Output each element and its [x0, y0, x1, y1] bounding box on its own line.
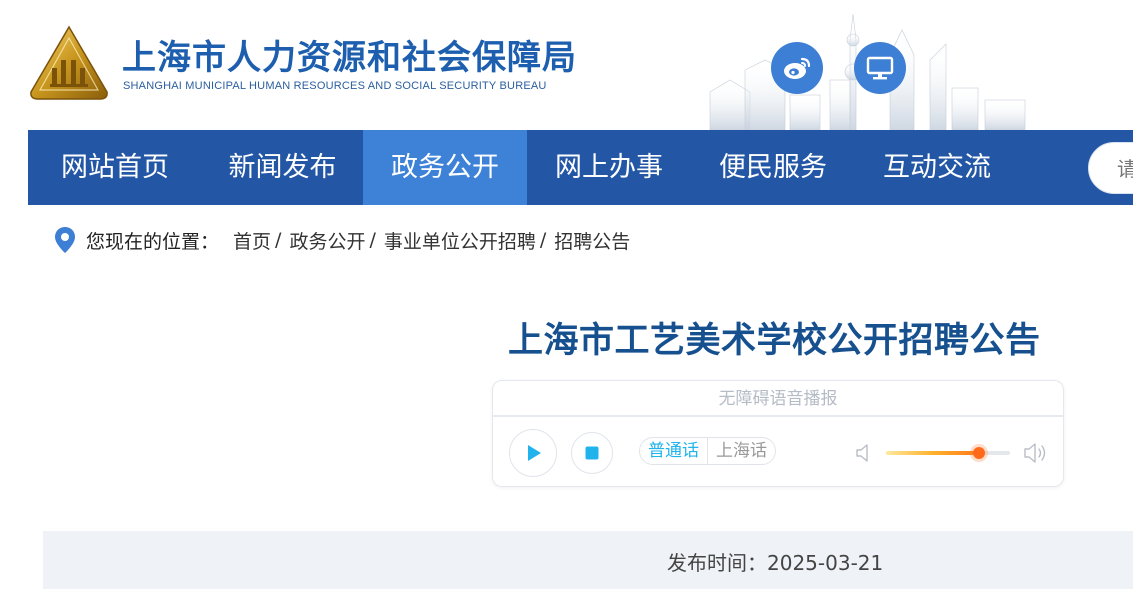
volume-high-icon[interactable] [1023, 441, 1049, 465]
nav-item-public-services[interactable]: 便民服务 [691, 130, 855, 205]
player-title: 无障碍语音播报 [493, 381, 1063, 417]
volume-slider-thumb[interactable] [973, 447, 985, 459]
breadcrumb-item-recruitment[interactable]: 事业单位公开招聘 [384, 227, 536, 254]
publish-info-bar: 发布时间：2025-03-21 [43, 531, 1133, 589]
nav-item-interaction[interactable]: 互动交流 [855, 130, 1019, 205]
nav-search-box[interactable] [1088, 142, 1133, 194]
breadcrumb-item-home[interactable]: 首页 [233, 227, 271, 254]
language-option-shanghainese[interactable]: 上海话 [708, 438, 775, 464]
stop-icon [585, 446, 599, 460]
site-title: 上海市人力资源和社会保障局 [122, 38, 577, 78]
site-subtitle: SHANGHAI MUNICIPAL HUMAN RESOURCES AND S… [123, 80, 547, 92]
nav-item-online-services[interactable]: 网上办事 [527, 130, 691, 205]
nav-item-news[interactable]: 新闻发布 [202, 130, 363, 205]
breadcrumb-separator: / [539, 229, 547, 251]
publish-date: 发布时间：2025-03-21 [667, 547, 883, 576]
volume-low-icon[interactable] [855, 443, 873, 463]
search-input[interactable] [1117, 155, 1133, 183]
stop-button[interactable] [571, 432, 613, 474]
nav-item-home[interactable]: 网站首页 [28, 130, 202, 205]
breadcrumb-item-government-affairs[interactable]: 政务公开 [289, 227, 365, 254]
weibo-icon [784, 57, 811, 79]
play-button[interactable] [509, 429, 557, 477]
breadcrumb-label: 您现在的位置： [86, 230, 220, 253]
language-option-mandarin[interactable]: 普通话 [640, 438, 708, 464]
volume-slider-fill [886, 451, 979, 455]
nav-item-government-affairs[interactable]: 政务公开 [363, 130, 527, 205]
breadcrumb-separator: / [275, 229, 282, 251]
main-nav: 网站首页 新闻发布 政务公开 网上办事 便民服务 互动交流 [28, 130, 1133, 205]
bureau-logo-icon [30, 25, 108, 100]
location-pin-icon [55, 227, 75, 253]
breadcrumb-item-announcement[interactable]: 招聘公告 [554, 227, 630, 254]
breadcrumb-separator: / [369, 229, 376, 251]
publish-date-value: 2025-03-21 [767, 551, 884, 575]
publish-date-label: 发布时间： [667, 551, 767, 575]
breadcrumb: 您现在的位置： 首页 / 政务公开 / 事业单位公开招聘 / 招聘公告 [54, 226, 630, 254]
play-icon [528, 445, 541, 461]
desktop-button[interactable] [854, 42, 906, 94]
weibo-button[interactable] [771, 42, 823, 94]
desktop-icon [866, 56, 894, 80]
language-toggle: 普通话 上海话 [639, 437, 776, 465]
article-title: 上海市工艺美术学校公开招聘公告 [508, 321, 1041, 361]
accessibility-audio-player: 无障碍语音播报 普通话 上海话 [492, 380, 1064, 487]
site-header: 上海市人力资源和社会保障局 SHANGHAI MUNICIPAL HUMAN R… [0, 0, 1133, 130]
volume-slider[interactable] [886, 447, 1010, 459]
